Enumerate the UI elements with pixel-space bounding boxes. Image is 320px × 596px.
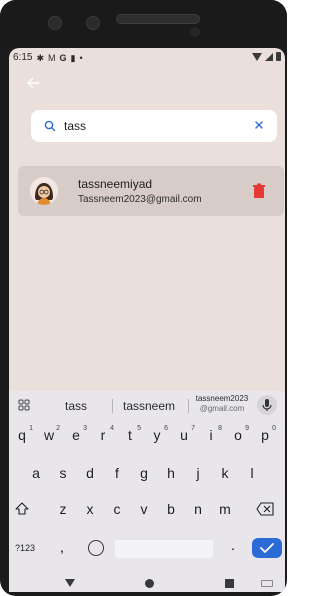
emoji-icon[interactable] (88, 540, 104, 556)
status-right (252, 52, 281, 61)
keyboard-row-2: a s d f g h j k l (9, 463, 285, 493)
key-u[interactable]: u7 (174, 425, 195, 445)
nav-recents-icon[interactable] (225, 579, 234, 588)
battery-icon (276, 52, 281, 61)
google-icon: G (59, 52, 67, 63)
search-input[interactable] (64, 117, 244, 135)
nav-home-icon[interactable] (145, 579, 154, 588)
suggestion-divider (112, 399, 113, 413)
key-a[interactable]: a (26, 463, 46, 483)
microphone-icon (262, 399, 272, 411)
wifi-icon (252, 52, 262, 61)
shift-icon (15, 502, 29, 515)
key-t[interactable]: t5 (120, 425, 141, 445)
key-g[interactable]: g (134, 463, 154, 483)
enter-button[interactable] (252, 538, 282, 558)
keyboard-row-3: z x c v b n m (9, 499, 285, 529)
status-bar: 6:15 ✱ M G ▮ • (9, 48, 285, 68)
apps-grid-icon[interactable] (18, 399, 30, 411)
key-f[interactable]: f (107, 463, 127, 483)
backspace-icon (256, 502, 274, 516)
trash-icon[interactable] (252, 183, 266, 199)
signal-icon (265, 52, 273, 61)
sensor-icon (86, 16, 100, 30)
period-key[interactable]: . (231, 537, 235, 553)
result-email: Tassneem2023@gmail.com (78, 194, 202, 205)
on-screen-keyboard: tass tassneem tassneem2023 @gmail.com q … (9, 391, 285, 592)
back-button[interactable] (23, 76, 43, 96)
avatar-girl-icon (30, 177, 58, 205)
key-b[interactable]: b (161, 499, 181, 519)
shift-key[interactable] (12, 499, 32, 521)
sd-card-icon: ▮ (70, 52, 76, 63)
keyboard-row-1: q1 w2 e3 r4 t5 y6 u7 i8 o9 p0 (9, 425, 285, 455)
app-screen: 6:15 ✱ M G ▮ • tass tassneemiyad Tassnee… (9, 48, 285, 592)
suggestion-divider (188, 399, 189, 413)
key-y[interactable]: y6 (147, 425, 169, 445)
suggestion-email-line1: tassneem2023 (195, 394, 249, 403)
phone-frame: 6:15 ✱ M G ▮ • tass tassneemiyad Tassnee… (0, 0, 287, 596)
key-h[interactable]: h (161, 463, 181, 483)
search-icon (44, 120, 56, 132)
microphone-button[interactable] (257, 395, 277, 415)
key-d[interactable]: d (80, 463, 100, 483)
key-p[interactable]: p0 (255, 425, 276, 445)
status-time: 6:15 (13, 52, 33, 63)
symbols-key[interactable]: ?123 (15, 543, 35, 553)
front-camera-icon (48, 16, 62, 30)
key-s[interactable]: s (53, 463, 73, 483)
phone-top-bezel (0, 0, 287, 48)
key-m[interactable]: m (215, 499, 235, 519)
arrow-left-icon (27, 77, 40, 89)
key-c[interactable]: c (107, 499, 127, 519)
key-j[interactable]: j (188, 463, 208, 483)
suggestion-email[interactable]: tassneem2023 @gmail.com (191, 394, 253, 414)
search-bar[interactable] (31, 110, 277, 142)
gmail-icon: M (48, 52, 56, 63)
key-z[interactable]: z (53, 499, 73, 519)
user-result-card[interactable]: tassneemiyad Tassneem2023@gmail.com (18, 166, 284, 216)
key-n[interactable]: n (188, 499, 208, 519)
suggestion-email-line2: @gmail.com (199, 404, 245, 413)
earpiece-speaker (116, 14, 200, 24)
backspace-key[interactable] (255, 499, 275, 521)
key-v[interactable]: v (134, 499, 154, 519)
dot-icon: • (79, 52, 83, 63)
key-l[interactable]: l (242, 463, 262, 483)
avatar (30, 177, 58, 205)
space-bar[interactable] (115, 540, 213, 558)
key-w[interactable]: w2 (39, 425, 60, 445)
settings-icon: ✱ (36, 52, 45, 63)
checkmark-icon (260, 543, 274, 553)
suggestion-1[interactable]: tass (65, 399, 87, 413)
suggestion-2[interactable]: tassneem (123, 399, 175, 413)
suggestion-strip: tass tassneem tassneem2023 @gmail.com (9, 391, 285, 419)
key-e[interactable]: e3 (66, 425, 87, 445)
key-o[interactable]: o9 (228, 425, 249, 445)
status-left: 6:15 ✱ M G ▮ • (13, 52, 83, 63)
key-k[interactable]: k (215, 463, 235, 483)
nav-back-icon[interactable] (65, 579, 75, 587)
key-q[interactable]: q1 (12, 425, 33, 445)
clear-search-button[interactable] (251, 118, 267, 134)
key-r[interactable]: r4 (93, 425, 114, 445)
proximity-sensor-icon (190, 27, 200, 37)
result-username: tassneemiyad (78, 177, 153, 191)
close-icon (255, 121, 263, 129)
system-nav-bar (9, 575, 285, 592)
keyboard-row-4: ?123 , . (9, 537, 285, 567)
keyboard-toggle-icon[interactable] (261, 580, 273, 587)
key-i[interactable]: i8 (201, 425, 222, 445)
key-x[interactable]: x (80, 499, 100, 519)
comma-key[interactable]: , (60, 539, 64, 555)
